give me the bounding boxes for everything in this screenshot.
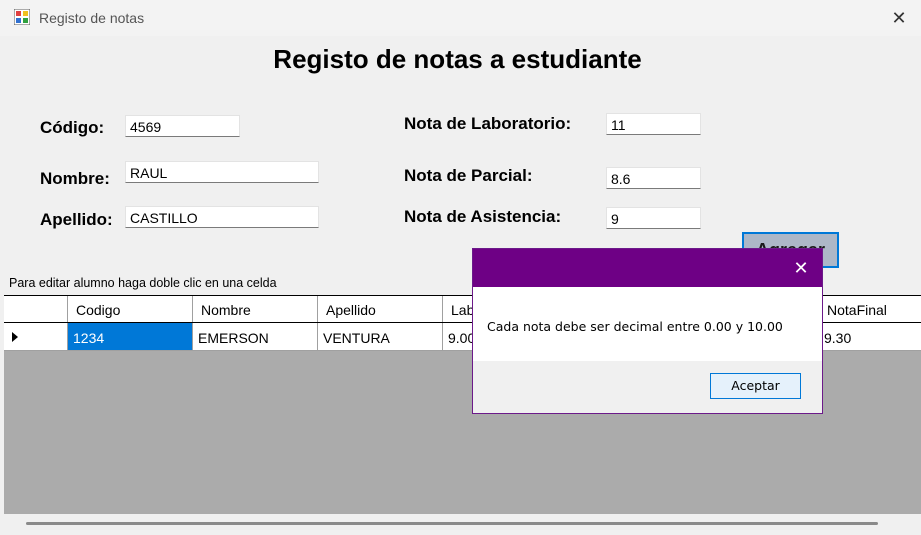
lab-label: Nota de Laboratorio: [404,114,572,133]
asistencia-field[interactable]: 9 [606,207,701,229]
title-bar: Registo de notas ✕ [0,0,921,36]
dialog-message: Cada nota debe ser decimal entre 0.00 y … [487,319,783,334]
cell-nombre[interactable]: EMERSON [193,323,318,351]
lab-field[interactable]: 11 [606,113,701,135]
nombre-field[interactable]: RAUL [125,161,319,183]
window-title: Registo de notas [39,10,145,26]
close-icon[interactable]: ✕ [884,6,914,30]
dialog-title-bar: ✕ [473,249,822,287]
edit-hint: Para editar alumno haga doble clic en un… [9,276,277,290]
grid-corner[interactable] [4,296,68,322]
dialog-footer: Aceptar [473,361,822,413]
aceptar-button[interactable]: Aceptar [710,373,801,399]
column-header-notafinal[interactable]: NotaFinal [819,296,921,322]
parcial-label: Nota de Parcial: [404,166,533,185]
apellido-field[interactable]: CASTILLO [125,206,319,228]
column-header-codigo[interactable]: Codigo [68,296,193,322]
nombre-label: Nombre: [40,169,110,188]
column-header-nombre[interactable]: Nombre [193,296,318,322]
page-title: Registo de notas a estudiante [273,44,642,74]
apellido-label: Apellido: [40,210,113,229]
column-header-apellido[interactable]: Apellido [318,296,443,322]
horizontal-scrollbar[interactable] [4,514,921,535]
cell-notafinal[interactable]: 9.30 [819,323,921,351]
scrollbar-thumb[interactable] [26,522,878,525]
parcial-field[interactable]: 8.6 [606,167,701,189]
codigo-label: Código: [40,118,105,137]
validation-dialog: ✕ Cada nota debe ser decimal entre 0.00 … [472,248,823,414]
current-row-arrow-icon [12,332,18,342]
app-icon [14,9,30,25]
main-window: Registo de notas ✕ Registo de notas a es… [0,0,921,535]
asistencia-label: Nota de Asistencia: [404,207,562,226]
codigo-field[interactable]: 4569 [125,115,240,137]
cell-apellido[interactable]: VENTURA [318,323,443,351]
row-header[interactable] [4,323,68,351]
dialog-close-icon[interactable]: ✕ [786,256,816,280]
cell-codigo[interactable]: 1234 [68,323,193,351]
